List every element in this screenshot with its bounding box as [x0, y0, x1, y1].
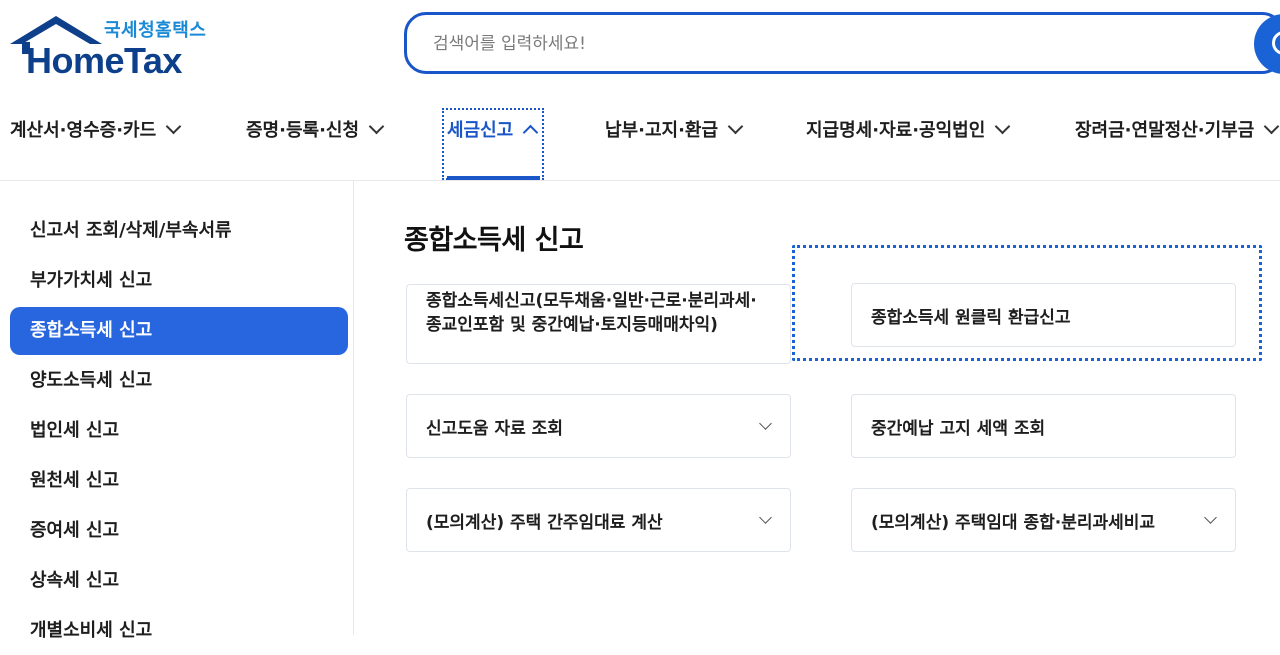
sidebar-item-income-tax[interactable]: 종합소득세 신고	[10, 307, 348, 355]
page-title: 종합소득세 신고	[404, 225, 584, 256]
chevron-down-icon	[995, 118, 1011, 135]
card-label: 종합소득세신고(모두채움·일반·근로·분리과세·종교인포함 및 중간예납·토지등…	[426, 291, 757, 335]
gnb-item-payment-refund[interactable]: 납부·고지·환급	[605, 116, 744, 144]
hometax-logo[interactable]: 국세청홈택스 HomeTax	[8, 12, 208, 81]
main-navigation: 계산서·영수증·카드 증명·등록·신청 세금신고 납부·고지·환급 지급명세·자…	[0, 96, 1280, 182]
side-menu: 신고서 조회/삭제/부속서류 부가가치세 신고 종합소득세 신고 양도소득세 신…	[0, 181, 354, 641]
income-tax-filing-card[interactable]: 종합소득세신고(모두채움·일반·근로·분리과세·종교인포함 및 중간예납·토지등…	[406, 284, 791, 364]
chevron-down-icon	[1204, 511, 1217, 524]
chevron-down-icon	[759, 511, 772, 524]
sidebar-item-vat[interactable]: 부가가치세 신고	[10, 257, 348, 305]
sidebar-item-excise[interactable]: 개별소비세 신고	[10, 607, 348, 655]
sidebar-item-return-inquiry[interactable]: 신고서 조회/삭제/부속서류	[10, 207, 348, 255]
card-label: 신고도움 자료 조회	[426, 419, 563, 439]
gnb-item-label: 납부·고지·환급	[605, 120, 719, 141]
gnb-item-label: 계산서·영수증·카드	[10, 120, 157, 141]
logo-english-text: HomeTax	[26, 40, 182, 81]
sidebar-item-inheritance[interactable]: 상속세 신고	[10, 557, 348, 605]
rental-tax-compare-card[interactable]: (모의계산) 주택임대 종합·분리과세비교	[851, 488, 1236, 552]
card-label: 중간예납 고지 세액 조회	[871, 419, 1046, 439]
chevron-down-icon	[1264, 118, 1280, 135]
card-label: (모의계산) 주택 간주임대료 계산	[426, 513, 663, 533]
search-input[interactable]	[431, 30, 1215, 58]
chevron-down-icon	[759, 417, 772, 430]
chevron-down-icon	[727, 118, 744, 135]
gnb-item-certificate-registration[interactable]: 증명·등록·신청	[246, 116, 385, 144]
filing-help-data-card[interactable]: 신고도움 자료 조회	[406, 394, 791, 458]
gnb-item-label: 장려금·연말정산·기부금	[1075, 120, 1255, 141]
sidebar-item-gift-tax[interactable]: 증여세 신고	[10, 507, 348, 555]
deemed-rent-calc-card[interactable]: (모의계산) 주택 간주임대료 계산	[406, 488, 791, 552]
card-label: (모의계산) 주택임대 종합·분리과세비교	[871, 513, 1156, 533]
interim-prepayment-card[interactable]: 중간예납 고지 세액 조회	[851, 394, 1236, 458]
gnb-item-invoice-receipt-card[interactable]: 계산서·영수증·카드	[10, 116, 182, 144]
chevron-up-icon	[522, 124, 539, 141]
chevron-down-icon	[368, 118, 385, 135]
sidebar-item-withholding[interactable]: 원천세 신고	[10, 457, 348, 505]
sidebar-item-capital-gains[interactable]: 양도소득세 신고	[10, 357, 348, 405]
chevron-down-icon	[165, 118, 182, 135]
gnb-item-incentive-year-end[interactable]: 장려금·연말정산·기부금	[1075, 116, 1280, 144]
gnb-item-label: 지급명세·자료·공익법인	[806, 120, 986, 141]
gnb-item-tax-filing[interactable]: 세금신고	[447, 116, 539, 144]
search-bar	[404, 12, 1280, 74]
gnb-item-label: 세금신고	[447, 120, 514, 141]
sidebar-item-corporate-tax[interactable]: 법인세 신고	[10, 407, 348, 455]
focus-outline	[792, 245, 1262, 361]
logo-korean-text: 국세청홈택스	[104, 20, 207, 41]
gnb-item-payment-statement[interactable]: 지급명세·자료·공익법인	[806, 116, 1011, 144]
search-icon	[1272, 31, 1280, 55]
gnb-item-label: 증명·등록·신청	[246, 120, 360, 141]
